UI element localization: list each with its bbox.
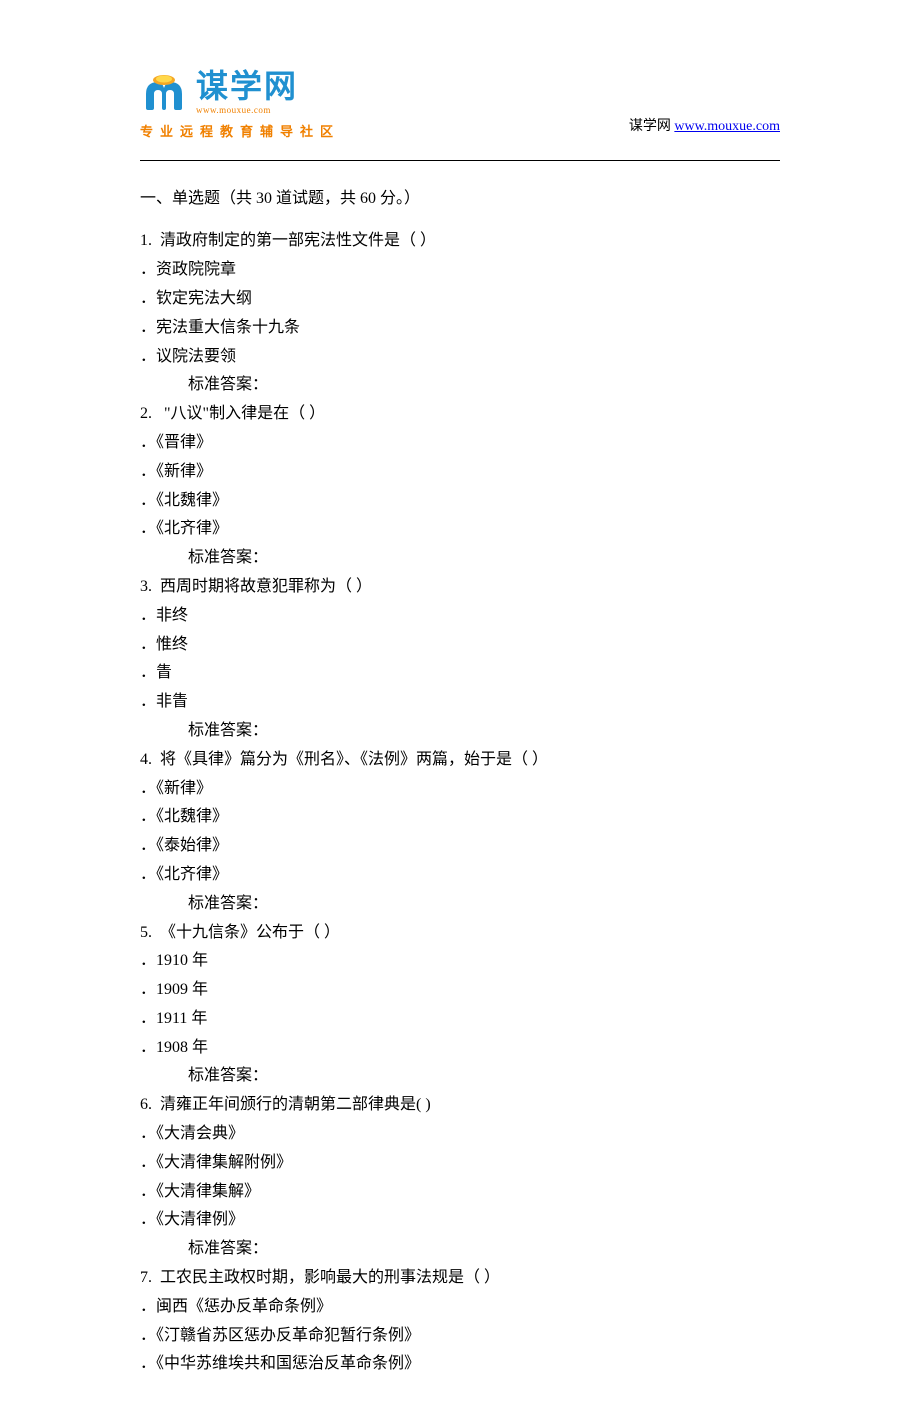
question-option: ．《大清律集解》 bbox=[140, 1178, 780, 1207]
question-option: ．1909 年 bbox=[140, 976, 780, 1005]
question-block: 7. 工农民主政权时期，影响最大的刑事法规是（ ）．闽西《惩办反革命条例》．《汀… bbox=[140, 1264, 780, 1379]
question-option: ．议院法要领 bbox=[140, 343, 780, 372]
question-option: ．《泰始律》 bbox=[140, 832, 780, 861]
question-option: ．《大清会典》 bbox=[140, 1120, 780, 1149]
header-link[interactable]: www.mouxue.com bbox=[674, 119, 780, 134]
question-option: ．1911 年 bbox=[140, 1005, 780, 1034]
section-title: 一、单选题（共 30 道试题，共 60 分。） bbox=[140, 185, 780, 214]
question-option: ．宪法重大信条十九条 bbox=[140, 314, 780, 343]
question-option: ．《汀赣省苏区惩办反革命犯暂行条例》 bbox=[140, 1322, 780, 1351]
question-option: ．资政院院章 bbox=[140, 256, 780, 285]
page-header: 谋学网 www.mouxue.com 专业远程教育辅导社区 谋学网 www.mo… bbox=[140, 70, 780, 154]
header-right-text: 谋学网 www.mouxue.com bbox=[629, 114, 780, 143]
logo-text-block: 谋学网 www.mouxue.com bbox=[196, 70, 298, 118]
question-option: ．眚 bbox=[140, 659, 780, 688]
question-text: 1. 清政府制定的第一部宪法性文件是（ ） bbox=[140, 227, 780, 256]
question-text: 4. 将《具律》篇分为《刑名》、《法例》两篇，始于是（ ） bbox=[140, 746, 780, 775]
question-block: 5. 《十九信条》公布于（ ）．1910 年．1909 年．1911 年．190… bbox=[140, 919, 780, 1092]
logo-icon bbox=[140, 74, 188, 114]
question-block: 6. 清雍正年间颁行的清朝第二部律典是( )．《大清会典》．《大清律集解附例》．… bbox=[140, 1091, 780, 1264]
question-option: ．《北魏律》 bbox=[140, 803, 780, 832]
question-text: 3. 西周时期将故意犯罪称为（ ） bbox=[140, 573, 780, 602]
question-option: ．《北齐律》 bbox=[140, 861, 780, 890]
question-block: 2. "八议"制入律是在（ ）．《晋律》．《新律》．《北魏律》．《北齐律》标准答… bbox=[140, 400, 780, 573]
question-option: ．《北魏律》 bbox=[140, 487, 780, 516]
question-option: ．《大清律集解附例》 bbox=[140, 1149, 780, 1178]
question-option: ．闽西《惩办反革命条例》 bbox=[140, 1293, 780, 1322]
standard-answer: 标准答案： bbox=[140, 371, 780, 400]
question-text: 5. 《十九信条》公布于（ ） bbox=[140, 919, 780, 948]
logo-chinese-name: 谋学网 bbox=[196, 70, 298, 102]
header-divider bbox=[140, 160, 780, 161]
question-option: ．《晋律》 bbox=[140, 429, 780, 458]
question-option: ．惟终 bbox=[140, 631, 780, 660]
question-option: ．非眚 bbox=[140, 688, 780, 717]
question-option: ．钦定宪法大纲 bbox=[140, 285, 780, 314]
question-option: ．1908 年 bbox=[140, 1034, 780, 1063]
standard-answer: 标准答案： bbox=[140, 717, 780, 746]
question-block: 4. 将《具律》篇分为《刑名》、《法例》两篇，始于是（ ）．《新律》．《北魏律》… bbox=[140, 746, 780, 919]
logo-group: 谋学网 www.mouxue.com 专业远程教育辅导社区 bbox=[140, 70, 340, 144]
question-option: ．1910 年 bbox=[140, 947, 780, 976]
logo-tagline: 专业远程教育辅导社区 bbox=[140, 120, 340, 143]
questions-container: 1. 清政府制定的第一部宪法性文件是（ ）．资政院院章．钦定宪法大纲．宪法重大信… bbox=[140, 227, 780, 1379]
standard-answer: 标准答案： bbox=[140, 1062, 780, 1091]
logo-url-text: www.mouxue.com bbox=[196, 102, 298, 118]
question-option: ．《新律》 bbox=[140, 458, 780, 487]
standard-answer: 标准答案： bbox=[140, 890, 780, 919]
question-option: ．《大清律例》 bbox=[140, 1206, 780, 1235]
question-text: 2. "八议"制入律是在（ ） bbox=[140, 400, 780, 429]
question-block: 3. 西周时期将故意犯罪称为（ ）．非终．惟终．眚．非眚标准答案： bbox=[140, 573, 780, 746]
question-option: ．《北齐律》 bbox=[140, 515, 780, 544]
question-option: ．非终 bbox=[140, 602, 780, 631]
standard-answer: 标准答案： bbox=[140, 1235, 780, 1264]
question-block: 1. 清政府制定的第一部宪法性文件是（ ）．资政院院章．钦定宪法大纲．宪法重大信… bbox=[140, 227, 780, 400]
header-right-prefix: 谋学网 bbox=[629, 119, 671, 134]
question-option: ．《中华苏维埃共和国惩治反革命条例》 bbox=[140, 1350, 780, 1379]
question-option: ．《新律》 bbox=[140, 775, 780, 804]
question-text: 6. 清雍正年间颁行的清朝第二部律典是( ) bbox=[140, 1091, 780, 1120]
logo-top-row: 谋学网 www.mouxue.com bbox=[140, 70, 340, 118]
standard-answer: 标准答案： bbox=[140, 544, 780, 573]
question-text: 7. 工农民主政权时期，影响最大的刑事法规是（ ） bbox=[140, 1264, 780, 1293]
